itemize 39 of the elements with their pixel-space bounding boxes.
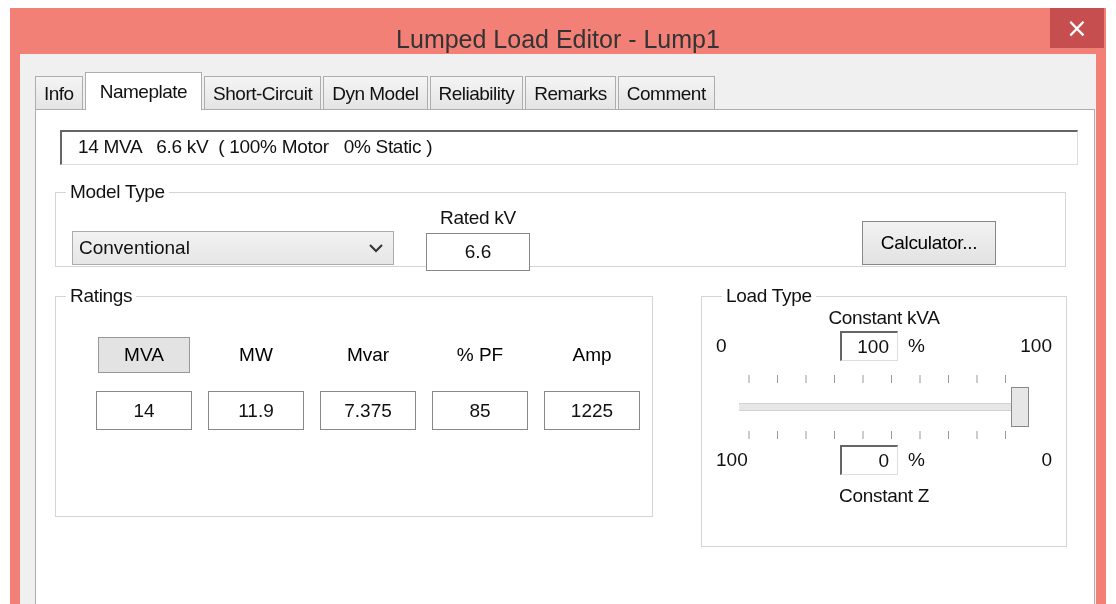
scale-label: 0 (1040, 449, 1052, 471)
scale-label: 100 (1019, 335, 1052, 357)
slider-thumb[interactable] (1011, 387, 1029, 427)
tab[interactable]: Short-Circuit (204, 76, 322, 109)
percent-field[interactable]: 0 (840, 445, 898, 475)
tab[interactable]: Nameplate (84, 72, 203, 110)
chevron-down-icon (369, 243, 383, 253)
group-label: Model Type (69, 181, 166, 203)
rating-field[interactable]: 11.9 (208, 391, 304, 430)
rating-header-button[interactable]: MVA (98, 337, 190, 373)
rating-field[interactable]: 14 (96, 391, 192, 430)
rating-field[interactable]: 85 (432, 391, 528, 430)
rating-field[interactable]: 7.375 (320, 391, 416, 430)
calculator-button[interactable]: Calculator... (862, 221, 996, 265)
rating-header-button[interactable]: Amp (546, 337, 638, 373)
field-label: Rated kV (440, 207, 516, 229)
load-label: Constant Z (839, 485, 929, 507)
tab[interactable]: Info (35, 76, 83, 109)
rating-header-button[interactable]: MW (210, 337, 302, 373)
tab[interactable]: Comment (617, 76, 715, 109)
group-label: Ratings (69, 285, 134, 307)
tab[interactable]: Reliability (429, 76, 524, 109)
unit-label: % (908, 335, 926, 357)
rating-header-button[interactable]: % PF (434, 337, 526, 373)
rated-kv-field[interactable]: 6.6 (426, 233, 530, 271)
rating-header-button[interactable]: Mvar (322, 337, 414, 373)
tab[interactable]: Dyn Model (323, 76, 428, 109)
rating-field[interactable]: 1225 (544, 391, 640, 430)
tab[interactable]: Remarks (525, 76, 616, 109)
load-label: Constant kVA (828, 307, 940, 329)
percent-field[interactable]: 100 (840, 331, 898, 361)
window-title: Lumped Load Editor - Lump1 (396, 25, 720, 54)
model-dropdown[interactable]: Conventional (72, 231, 394, 265)
scale-label: 0 (716, 335, 728, 357)
unit-label: % (908, 449, 926, 471)
scale-label: 100 (716, 449, 749, 471)
close-button[interactable]: × (1050, 8, 1104, 48)
summary-field: 14 MVA 6.6 kV ( 100% Motor 0% Static ) (60, 130, 1078, 165)
group-label: Load Type (725, 285, 813, 307)
